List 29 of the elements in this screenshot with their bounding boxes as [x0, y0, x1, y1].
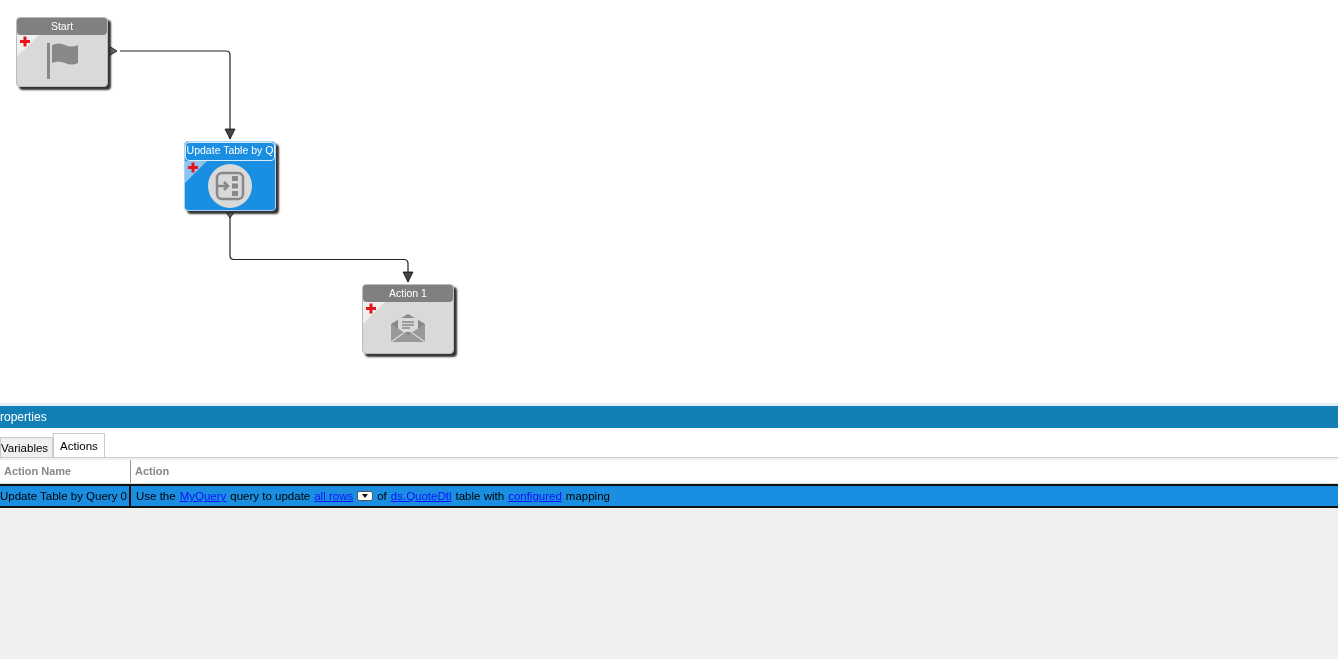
dropdown-icon[interactable]	[357, 491, 374, 501]
action-text: Use the	[136, 489, 176, 504]
plus-corner-icon[interactable]	[185, 161, 207, 183]
column-header[interactable]: Action	[131, 460, 1338, 483]
action-name-cell: Update Table by Query 0	[0, 486, 131, 506]
panel-title: roperties	[0, 406, 1338, 428]
action-text: table with	[455, 489, 505, 504]
action-link[interactable]: MyQuery	[179, 486, 227, 506]
action-text: of	[377, 489, 387, 504]
panel-tab[interactable]: Actions	[53, 433, 105, 457]
action-text: mapping	[565, 489, 610, 504]
table-row[interactable]: Update Table by Query 0 Use the MyQuery query to update all rows of ds.QuoteDtl table with configured mapping	[0, 484, 1338, 508]
column-header[interactable]: Action Name	[0, 460, 131, 483]
action-link[interactable]: configured	[508, 486, 562, 506]
plus-corner-icon[interactable]	[363, 302, 385, 324]
envelope-icon	[390, 312, 426, 343]
flag-icon	[45, 40, 79, 81]
action-link[interactable]: ds.QuoteDtl	[390, 486, 452, 506]
workflow-node[interactable]: Start	[16, 17, 108, 87]
workflow-node[interactable]: Update Table by Q	[184, 141, 276, 211]
node-title: Action 1	[363, 285, 453, 302]
workflow-node[interactable]: Action 1	[362, 284, 454, 354]
table-update-icon	[207, 162, 253, 209]
node-title: Start	[17, 18, 107, 35]
plus-corner-icon[interactable]	[17, 35, 39, 57]
node-title: Update Table by Q	[185, 142, 275, 161]
action-link[interactable]: all rows	[314, 486, 354, 506]
panel-tab[interactable]: Variables	[0, 437, 54, 457]
action-text: query to update	[230, 489, 311, 504]
